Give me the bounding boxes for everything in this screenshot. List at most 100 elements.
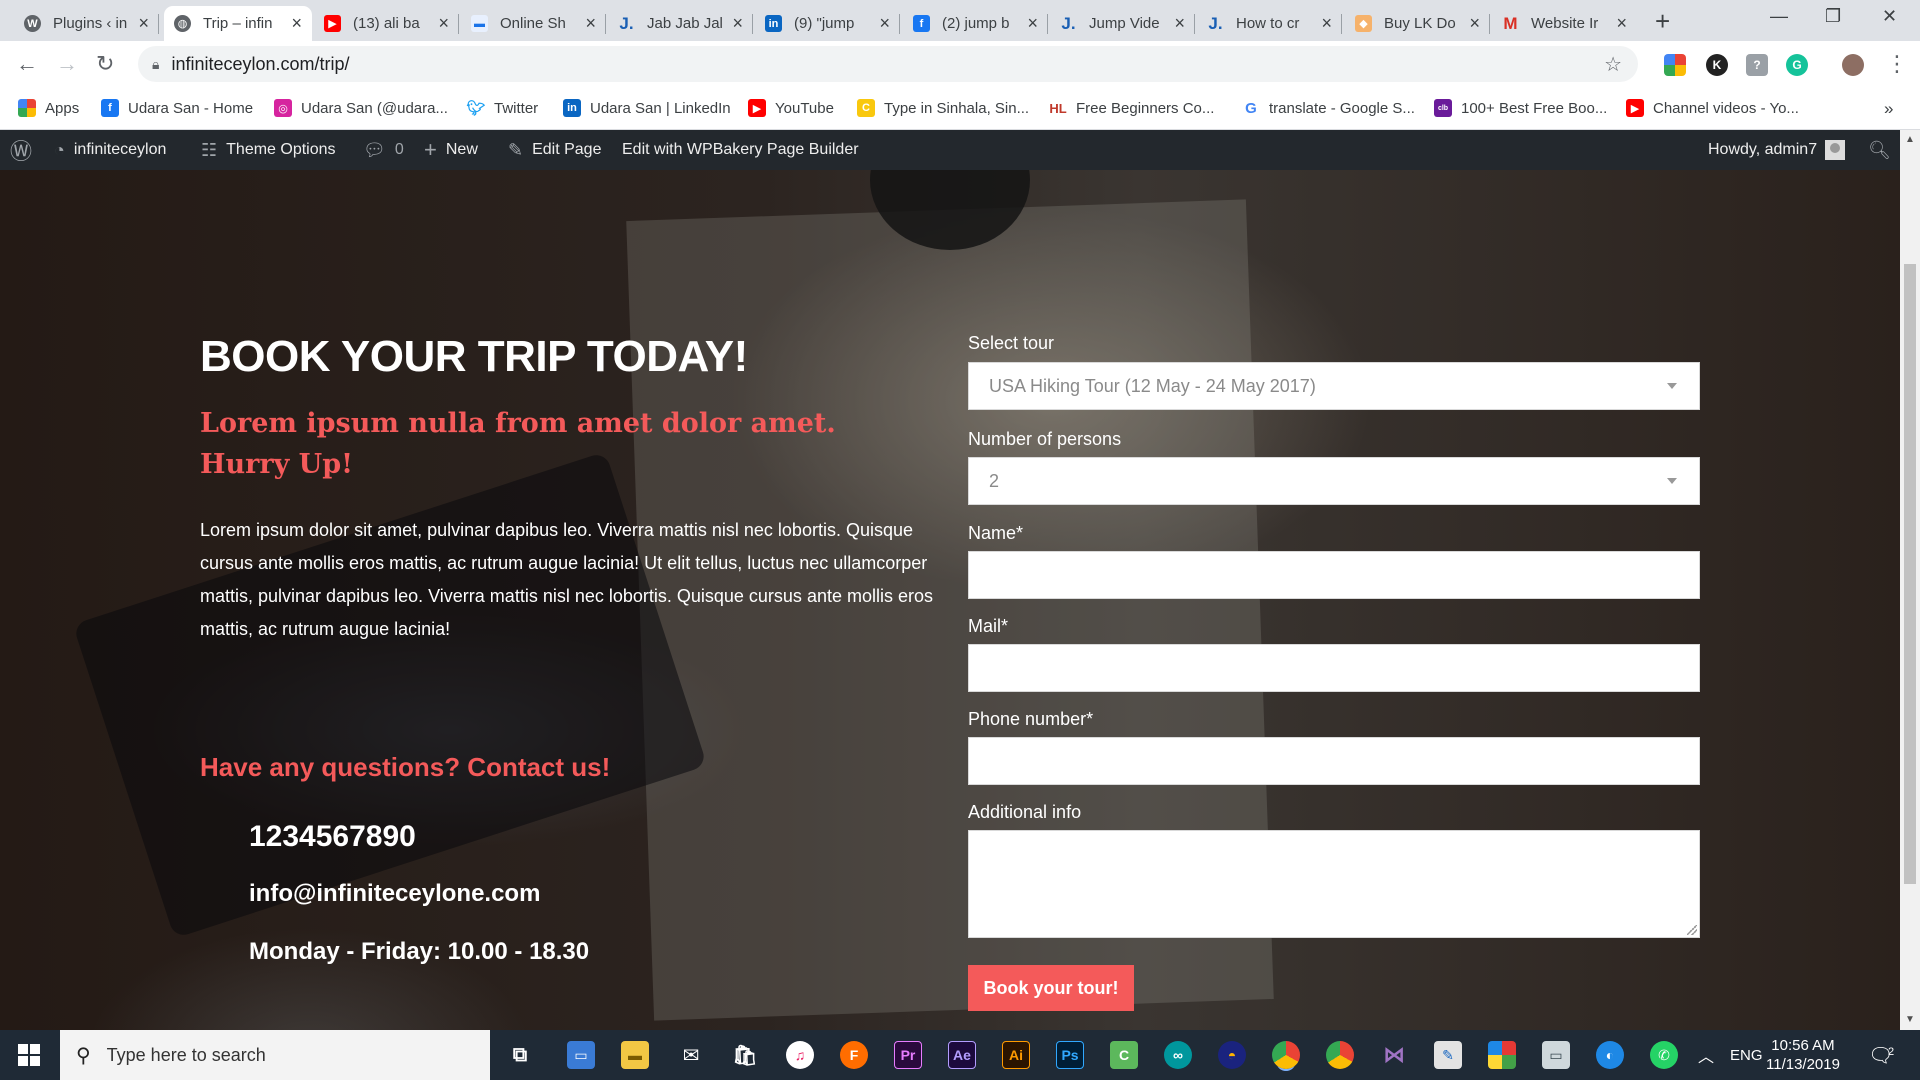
mail-icon[interactable]: ✉ [677, 1041, 705, 1069]
taskbar-clock[interactable]: 10:56 AM 11/13/2019 [1766, 1036, 1840, 1074]
task-view-icon[interactable]: ⧉ [506, 1041, 534, 1069]
contact-email[interactable]: info@infiniteceylone.com [249, 880, 540, 908]
close-tab-icon[interactable]: × [879, 13, 890, 34]
extension-icon[interactable] [1664, 54, 1686, 76]
arduino-icon[interactable]: ∞ [1164, 1041, 1192, 1069]
bookmark-youtube[interactable]: ▶ YouTube [748, 99, 834, 117]
close-tab-icon[interactable]: × [1321, 13, 1332, 34]
youtube-icon: ▶ [1626, 99, 1644, 117]
back-icon[interactable]: ← [16, 51, 38, 77]
bookmark-linkedin[interactable]: in Udara San | LinkedIn [563, 99, 731, 117]
adminbar-wpbakery[interactable]: Edit with WPBakery Page Builder [622, 130, 859, 170]
file-explorer-icon[interactable]: ▬ [621, 1041, 649, 1069]
app-grid-icon[interactable] [1488, 1041, 1516, 1069]
whatsapp-icon[interactable]: ✆ [1650, 1041, 1678, 1069]
k-extension-icon[interactable]: K [1706, 54, 1728, 76]
close-tab-icon[interactable]: × [1027, 13, 1038, 34]
close-tab-icon[interactable]: × [732, 13, 743, 34]
page-scrollbar[interactable]: ▲ ▼ [1900, 130, 1920, 1030]
close-tab-icon[interactable]: × [585, 13, 596, 34]
visual-studio-icon[interactable]: ⋈ [1380, 1041, 1408, 1069]
camtasia-icon[interactable]: C [1110, 1041, 1138, 1069]
bookmark-twitter[interactable]: 🐦︎ Twitter [466, 99, 538, 118]
document-icon[interactable]: ✎ [1434, 1041, 1462, 1069]
reload-icon[interactable]: ↻ [96, 51, 114, 77]
adminbar-new[interactable]: + New [424, 130, 478, 170]
chat-icon[interactable]: ◐ [1596, 1041, 1624, 1069]
minimize-icon[interactable]: — [1770, 6, 1788, 27]
after-effects-icon[interactable]: Ae [948, 1041, 976, 1069]
tab-how-to[interactable]: J. How to cr × [1197, 6, 1342, 41]
photoshop-icon[interactable]: Ps [1056, 1041, 1084, 1069]
name-field[interactable] [968, 551, 1700, 599]
tab-jump-video[interactable]: J. Jump Vide × [1050, 6, 1195, 41]
illustrator-icon[interactable]: Ai [1002, 1041, 1030, 1069]
tab-buy-lk[interactable]: ◆ Buy LK Do × [1345, 6, 1490, 41]
bookmark-translate[interactable]: G translate - Google S... [1242, 99, 1415, 117]
chrome-profile-icon[interactable] [1326, 1041, 1354, 1069]
tab-linkedin-jump[interactable]: in (9) "jump × [755, 6, 900, 41]
screen-icon[interactable]: ▭ [1542, 1041, 1570, 1069]
fl-studio-icon[interactable]: F [840, 1041, 868, 1069]
close-window-icon[interactable]: ✕ [1882, 6, 1897, 27]
app-icon[interactable]: ◓ [1218, 1041, 1246, 1069]
bookmark-type-sinhala[interactable]: C Type in Sinhala, Sin... [857, 99, 1029, 117]
language-indicator[interactable]: ENG [1730, 1030, 1763, 1080]
taskbar-search-box[interactable]: ⚲ Type here to search [60, 1030, 490, 1080]
tab-online-shop[interactable]: ▬ Online Sh × [461, 6, 606, 41]
book-tour-button[interactable]: Book your tour! [968, 965, 1134, 1011]
close-tab-icon[interactable]: × [1174, 13, 1185, 34]
tab-trip[interactable]: ◍ Trip – infin × [164, 6, 312, 41]
close-tab-icon[interactable]: × [291, 13, 302, 34]
tab-plugins[interactable]: W Plugins ‹ in × [14, 6, 159, 41]
adminbar-edit-page[interactable]: ✎ Edit Page [508, 130, 601, 170]
premiere-pro-icon[interactable]: Pr [894, 1041, 922, 1069]
bookmark-star-icon[interactable]: ☆ [1604, 52, 1622, 77]
profile-avatar[interactable] [1842, 54, 1864, 76]
phone-field[interactable] [968, 737, 1700, 785]
bookmark-udara-home[interactable]: f Udara San - Home [101, 99, 253, 117]
grammarly-icon[interactable]: G [1786, 54, 1808, 76]
restore-icon[interactable]: ❐ [1825, 6, 1841, 27]
tab-youtube-ali[interactable]: ▶ (13) ali ba × [314, 6, 459, 41]
adminbar-site-link[interactable]: ◔ infiniteceylon [54, 130, 166, 170]
forward-icon[interactable]: → [56, 51, 78, 77]
close-tab-icon[interactable]: × [138, 13, 149, 34]
bookmark-udara-instagram[interactable]: ◎ Udara San (@udara... [274, 99, 448, 117]
tour-select[interactable]: USA Hiking Tour (12 May - 24 May 2017) [968, 362, 1700, 410]
resize-handle-icon[interactable] [1687, 925, 1697, 935]
address-bar[interactable]: 🔒︎ infiniteceylon.com/trip/ ☆ [138, 46, 1638, 82]
booking-section: BOOK YOUR TRIP TODAY! Lorem ipsum nulla … [0, 170, 1900, 1030]
bookmark-apps[interactable]: Apps [18, 99, 79, 117]
persons-select[interactable]: 2 [968, 457, 1700, 505]
scroll-up-icon[interactable]: ▲ [1905, 134, 1915, 145]
menu-icon[interactable]: ⋮ [1886, 51, 1908, 77]
adminbar-theme-options[interactable]: ☷ Theme Options [201, 130, 336, 170]
adminbar-account[interactable]: Howdy, admin7 [1708, 130, 1846, 170]
additional-info-textarea[interactable] [968, 830, 1700, 938]
scrollbar-thumb[interactable] [1904, 264, 1916, 884]
tab-website-gmail[interactable]: M Website Ir × [1492, 6, 1637, 41]
bookmark-channel-videos[interactable]: ▶ Channel videos - Yo... [1626, 99, 1799, 117]
extension-icon[interactable]: ? [1746, 54, 1768, 76]
computer-icon[interactable]: ▭ [567, 1041, 595, 1069]
wp-logo-button[interactable]: Ⓦ [10, 130, 41, 170]
close-tab-icon[interactable]: × [1616, 13, 1627, 34]
adminbar-search[interactable]: 🔍︎ [1868, 130, 1891, 170]
itunes-icon[interactable]: ♫ [786, 1041, 814, 1069]
scroll-down-icon[interactable]: ▼ [1905, 1014, 1915, 1025]
chrome-icon[interactable] [1272, 1041, 1300, 1069]
tray-chevron-up-icon[interactable]: ︿ [1698, 1030, 1714, 1080]
close-tab-icon[interactable]: × [438, 13, 449, 34]
more-bookmarks-button[interactable]: » [1884, 99, 1893, 119]
adminbar-comments[interactable]: 💬︎ 0 [363, 130, 404, 170]
store-icon[interactable]: 🛍︎ [731, 1041, 759, 1069]
close-tab-icon[interactable]: × [1469, 13, 1480, 34]
windows-start-icon[interactable] [18, 1044, 40, 1066]
bookmark-free-books[interactable]: clb 100+ Best Free Boo... [1434, 99, 1607, 117]
bookmark-free-beginners[interactable]: HL Free Beginners Co... [1049, 99, 1214, 117]
tab-facebook-jump[interactable]: f (2) jump b × [903, 6, 1048, 41]
new-tab-button[interactable]: + [1655, 6, 1670, 36]
mail-field[interactable] [968, 644, 1700, 692]
tab-jab-jab[interactable]: J. Jab Jab Jal × [608, 6, 753, 41]
